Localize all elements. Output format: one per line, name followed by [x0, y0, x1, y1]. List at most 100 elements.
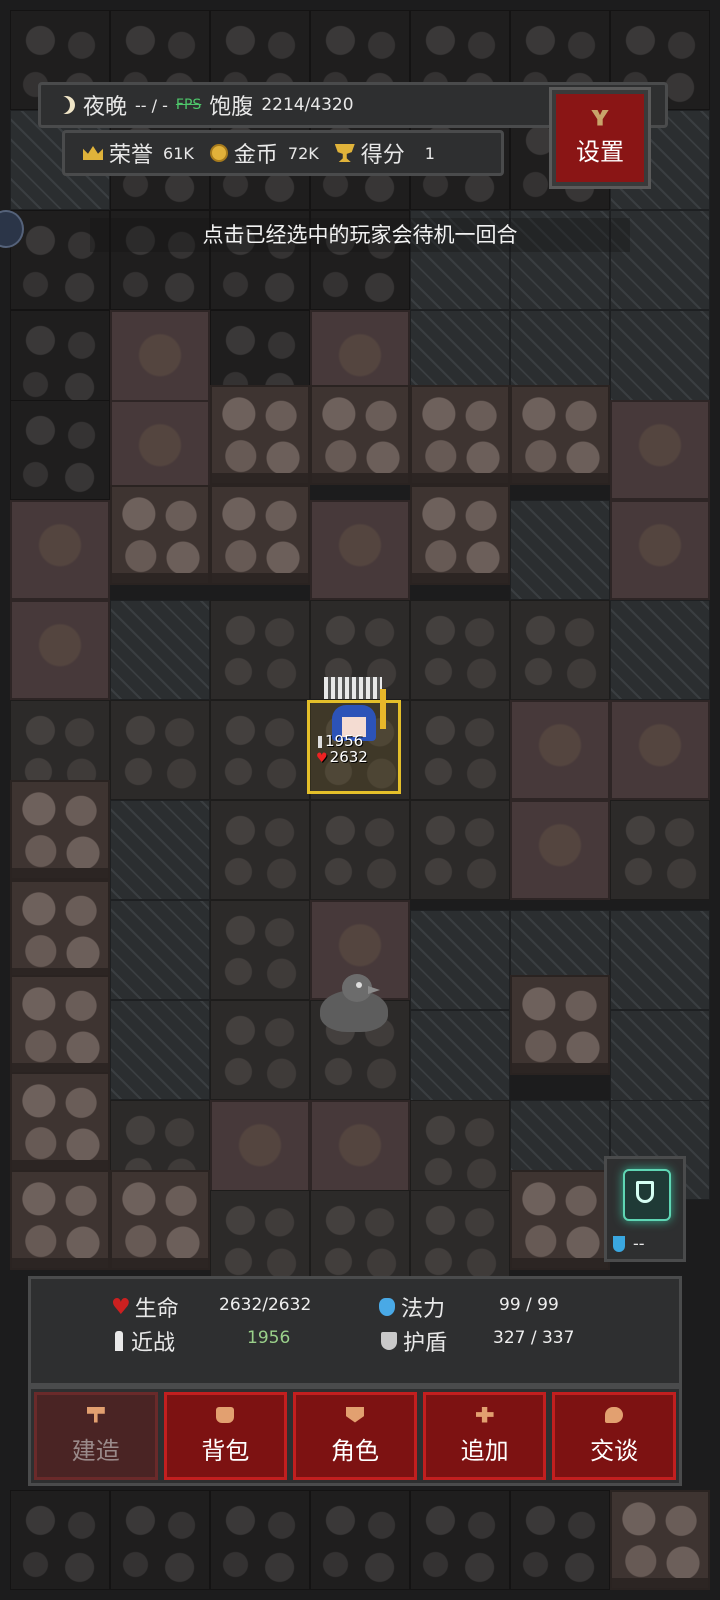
floor-tile [210, 600, 310, 700]
hint-message: 点击已经选中的玩家会待机一回合 [90, 218, 630, 252]
shield-skill-icon [623, 1169, 671, 1221]
time-of-day: 夜晚 [83, 95, 128, 120]
slab-tile [610, 700, 710, 800]
wall-tile [310, 1490, 410, 1590]
crown-icon [83, 146, 103, 160]
floor-tile [310, 800, 410, 900]
honor-value: 61K [163, 143, 194, 163]
raised-block [110, 485, 210, 585]
shield-icon [381, 1332, 397, 1350]
wrench-icon [591, 109, 609, 126]
raised-block [10, 975, 110, 1075]
score-group: 得分 1 [334, 137, 435, 169]
quickslot-count-row: -- [613, 1234, 645, 1253]
slab-tile [110, 310, 210, 410]
crow-enemy[interactable] [312, 972, 396, 1040]
melee-row: 近战 [115, 1325, 175, 1357]
heart-icon: ♥ [111, 1294, 131, 1320]
raised-block [10, 1072, 110, 1172]
floor-tile [610, 800, 710, 900]
water-tile [110, 1000, 210, 1100]
floor-tile [210, 700, 310, 800]
talk-label: 交谈 [590, 1436, 639, 1465]
moon-icon [57, 96, 75, 114]
action-bar: 建造 背包 角色 追加 交谈 [28, 1386, 682, 1486]
honor-group: 荣誉 61K [83, 137, 194, 169]
raised-block [10, 1170, 110, 1270]
floor-tile [110, 700, 210, 800]
player-weapon [380, 689, 386, 729]
melee-value: 1956 [247, 1328, 291, 1348]
floor-tile [210, 1190, 310, 1290]
floor-tile [410, 700, 510, 800]
gold-label: 金币 [233, 143, 278, 168]
floor-tile [210, 900, 310, 1000]
build-button[interactable]: 建造 [34, 1392, 158, 1480]
wall-tile [210, 1490, 310, 1590]
water-tile [410, 1010, 510, 1110]
raised-block [610, 1490, 710, 1590]
score-label: 得分 [360, 143, 405, 168]
build-label: 建造 [71, 1436, 120, 1465]
crow-beak [368, 986, 380, 994]
mp-value: 99 / 99 [499, 1295, 559, 1315]
slab-tile [310, 500, 410, 600]
water-tile [110, 600, 210, 700]
quickslot[interactable]: -- [604, 1156, 686, 1262]
floor-tile [410, 1190, 510, 1290]
settings-button[interactable]: 设置 [549, 87, 651, 189]
character-button[interactable]: 角色 [293, 1392, 417, 1480]
raised-block [510, 1170, 610, 1270]
floor-tile [410, 800, 510, 900]
player-character[interactable]: 1956 ♥ 2632 [307, 677, 401, 794]
wall-tile [410, 1490, 510, 1590]
slab-tile [10, 600, 110, 700]
bag-button[interactable]: 背包 [163, 1392, 288, 1480]
player-hp: ♥ 2632 [316, 749, 368, 767]
floor-tile [310, 1190, 410, 1290]
player-hp-value: 2632 [329, 748, 368, 766]
satiety-label: 饱腹 [209, 95, 254, 120]
settings-label: 设置 [576, 137, 624, 166]
stats-panel: ♥ 生命 2632/2632 法力 99 / 99 近战 1956 护盾 327… [28, 1276, 682, 1386]
melee-label: 近战 [131, 1331, 176, 1356]
resource-bar: 荣誉 61K 金币 72K 得分 1 [62, 130, 504, 176]
talk-button[interactable]: 交谈 [552, 1392, 676, 1480]
shield-value: 327 / 337 [493, 1328, 575, 1348]
character-label: 角色 [330, 1436, 379, 1465]
crow-eye [356, 982, 362, 988]
floor-tile [510, 600, 610, 700]
water-tile [110, 900, 210, 1000]
gold-group: 金币 72K [209, 137, 319, 169]
hp-label: 生命 [134, 1297, 179, 1322]
shield-row: 护盾 [381, 1325, 447, 1357]
floor-tile [410, 1100, 510, 1200]
mp-row: 法力 [379, 1291, 445, 1323]
mana-potion-icon [379, 1298, 395, 1316]
add-label: 追加 [460, 1436, 509, 1465]
hammer-icon [86, 1406, 105, 1423]
floor-tile [410, 600, 510, 700]
raised-block [410, 385, 510, 485]
water-tile [410, 910, 510, 1010]
water-tile [110, 800, 210, 900]
satiety-value: 2214/4320 [261, 95, 354, 115]
wall-tile [510, 1490, 610, 1590]
slab-tile [210, 1100, 310, 1200]
plus-icon [475, 1406, 494, 1423]
raised-block [210, 485, 310, 585]
raised-block [510, 975, 610, 1075]
raised-block [110, 1170, 210, 1270]
wall-tile [10, 400, 110, 500]
slab-tile [510, 700, 610, 800]
add-button[interactable]: 追加 [422, 1392, 547, 1480]
wall-tile [10, 1490, 110, 1590]
slab-tile [610, 400, 710, 500]
slab-tile [510, 800, 610, 900]
raised-block [10, 880, 110, 980]
hp-value: 2632/2632 [219, 1295, 312, 1315]
potion-icon [613, 1235, 625, 1252]
crow-head [342, 974, 372, 1002]
fps-indicator: FPS [175, 97, 202, 113]
raised-block [310, 385, 410, 485]
